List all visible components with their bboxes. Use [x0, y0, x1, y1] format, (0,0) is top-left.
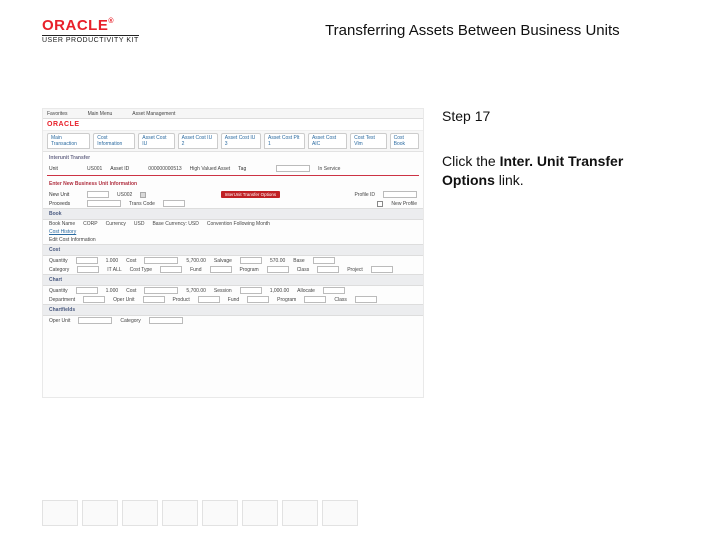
ss-tab[interactable]: Asset Cost AIC — [308, 133, 347, 149]
oracle-logo: ORACLE® — [42, 18, 114, 33]
ss-row-cf: Oper Unit Category — [43, 316, 423, 325]
embedded-screenshot: FavoritesMain MenuAsset Management ORACL… — [42, 108, 424, 398]
ss-tab[interactable]: Cost Test Vlm — [350, 133, 387, 149]
instruction-panel: Step 17 Click the Inter. Unit Transfer O… — [442, 108, 706, 190]
ss-row-book: Book NameCORP CurrencyUSD Base Currency:… — [43, 220, 423, 228]
ss-row-newbu2: Proceeds Trans Code New Profile — [43, 199, 423, 208]
pager-thumb[interactable] — [322, 500, 358, 526]
pager-thumb[interactable] — [82, 500, 118, 526]
pager-thumb[interactable] — [282, 500, 318, 526]
ss-menubar: FavoritesMain MenuAsset Management — [43, 109, 423, 119]
lookup-icon[interactable] — [140, 192, 146, 198]
slide-pager — [42, 500, 358, 526]
upk-subtitle: USER PRODUCTIVITY KIT — [42, 35, 139, 44]
cost-history-link[interactable]: Cost History — [49, 229, 76, 235]
instruction-text: Click the Inter. Unit Transfer Options l… — [442, 152, 672, 190]
content-area: FavoritesMain MenuAsset Management ORACL… — [0, 52, 720, 398]
ss-tab[interactable]: Asset Cost IU 2 — [178, 133, 218, 149]
ss-row-links: Cost History — [43, 228, 423, 236]
interunit-transfer-options-link[interactable]: InterUnit Transfer Options — [221, 191, 281, 198]
ss-section-iut: Interunit Transfer — [43, 152, 423, 164]
page-title: Transferring Assets Between Business Uni… — [179, 18, 706, 39]
page-header: ORACLE® USER PRODUCTIVITY KIT Transferri… — [0, 0, 720, 52]
pager-thumb[interactable] — [122, 500, 158, 526]
pager-thumb[interactable] — [42, 500, 78, 526]
ss-bar-chart: Chart — [43, 274, 423, 286]
pager-thumb[interactable] — [242, 500, 278, 526]
ss-tab[interactable]: Cost Book — [390, 133, 419, 149]
ss-row-ch2: Department Oper Unit Product Fund Progra… — [43, 295, 423, 304]
ss-tab[interactable]: Main Transaction — [47, 133, 90, 149]
ss-row-cost1: Quantity1.000 Cost5,700.00 Salvage570.00… — [43, 256, 423, 265]
ss-bar-chart2: Chartfields — [43, 304, 423, 316]
ss-bar-book: Book — [43, 208, 423, 220]
ss-tab[interactable]: Asset Cost IU 3 — [221, 133, 261, 149]
ss-tab[interactable]: Asset Cost Plt 1 — [264, 133, 305, 149]
pager-thumb[interactable] — [162, 500, 198, 526]
step-label: Step 17 — [442, 108, 706, 124]
ss-tab-strip: Main Transaction Cost Information Asset … — [43, 131, 423, 152]
ss-bar-cost: Cost — [43, 244, 423, 256]
ss-divider — [47, 175, 419, 176]
ss-brand-row: ORACLE — [43, 119, 423, 131]
checkbox-icon[interactable] — [377, 201, 383, 207]
ss-row-edit: Edit Cost Information — [43, 236, 423, 244]
ss-section-newbu: Enter New Business Unit Information — [43, 178, 423, 190]
ss-tab[interactable]: Asset Cost IU — [138, 133, 174, 149]
pager-thumb[interactable] — [202, 500, 238, 526]
ss-row-newbu1: New Unit US002 InterUnit Transfer Option… — [43, 190, 423, 199]
ss-row-ch1: Quantity1.000 Cost5,700.00 Session1,000.… — [43, 286, 423, 295]
ss-row-asset: UnitUS001 Asset ID000000000513 High Valu… — [43, 164, 423, 173]
ss-row-cost2: CategoryIT ALL Cost Type Fund Program Cl… — [43, 265, 423, 274]
brand-block: ORACLE® USER PRODUCTIVITY KIT — [42, 18, 139, 44]
ss-tab[interactable]: Cost Information — [93, 133, 135, 149]
